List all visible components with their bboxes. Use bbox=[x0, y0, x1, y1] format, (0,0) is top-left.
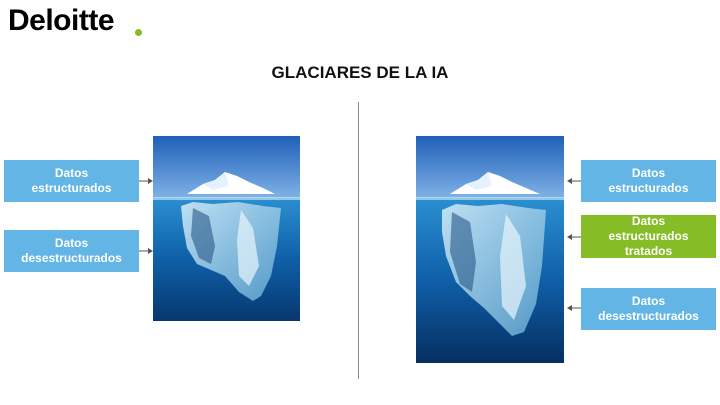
left-label-unstructured-line1: Datos bbox=[54, 236, 89, 250]
page-title: GLACIARES DE LA IA bbox=[271, 63, 449, 82]
arrow-left-icon bbox=[567, 234, 581, 240]
right-label-structured: Datos estructurados bbox=[581, 160, 716, 202]
right-label-structured-line1: Datos bbox=[631, 166, 666, 180]
left-label-structured-line1: Datos bbox=[54, 166, 89, 180]
left-label-structured-line2: estructurados bbox=[31, 181, 112, 195]
left-label-structured: Datos estructurados bbox=[4, 160, 139, 202]
arrow-left-icon bbox=[567, 178, 581, 184]
right-label-unstructured: Datos desestructurados bbox=[581, 288, 716, 330]
right-label-unstructured-line1: Datos bbox=[631, 294, 666, 308]
right-label-treated-line2: estructurados bbox=[608, 229, 689, 243]
right-label-treated-line1: Datos bbox=[631, 214, 666, 228]
iceberg-image-left bbox=[153, 136, 300, 321]
left-label-unstructured-line2: desestructurados bbox=[21, 251, 122, 265]
deloitte-logo-dot bbox=[135, 29, 142, 36]
right-label-structured-line2: estructurados bbox=[608, 181, 689, 195]
center-divider bbox=[358, 102, 359, 379]
right-label-structured-treated: Datos estructurados tratados bbox=[581, 214, 716, 258]
arrow-right-icon bbox=[139, 248, 153, 254]
deloitte-logo: Deloitte bbox=[8, 4, 115, 37]
iceberg-image-right bbox=[416, 136, 564, 363]
left-label-unstructured: Datos desestructurados bbox=[4, 230, 139, 272]
right-label-unstructured-line2: desestructurados bbox=[598, 309, 699, 323]
arrow-right-icon bbox=[139, 178, 153, 184]
arrow-left-icon bbox=[567, 305, 581, 311]
right-label-treated-line3: tratados bbox=[624, 244, 673, 258]
